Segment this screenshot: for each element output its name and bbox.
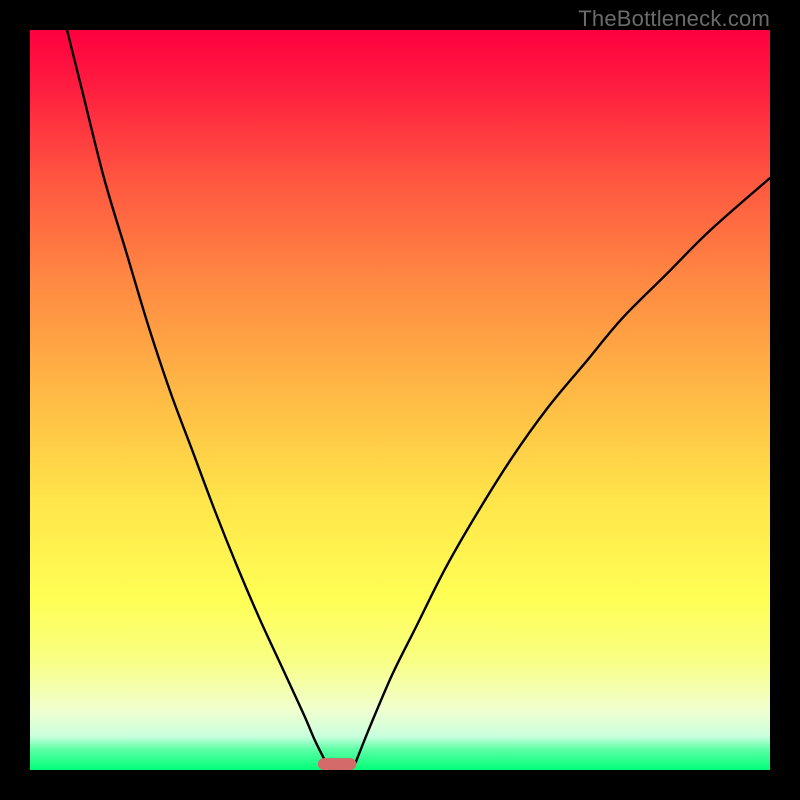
minimum-marker [318,758,356,770]
right-curve-line [356,178,770,763]
chart-svg [30,30,770,770]
left-curve-line [67,30,326,763]
watermark-label: TheBottleneck.com [578,6,770,32]
chart-plot-area [30,30,770,770]
